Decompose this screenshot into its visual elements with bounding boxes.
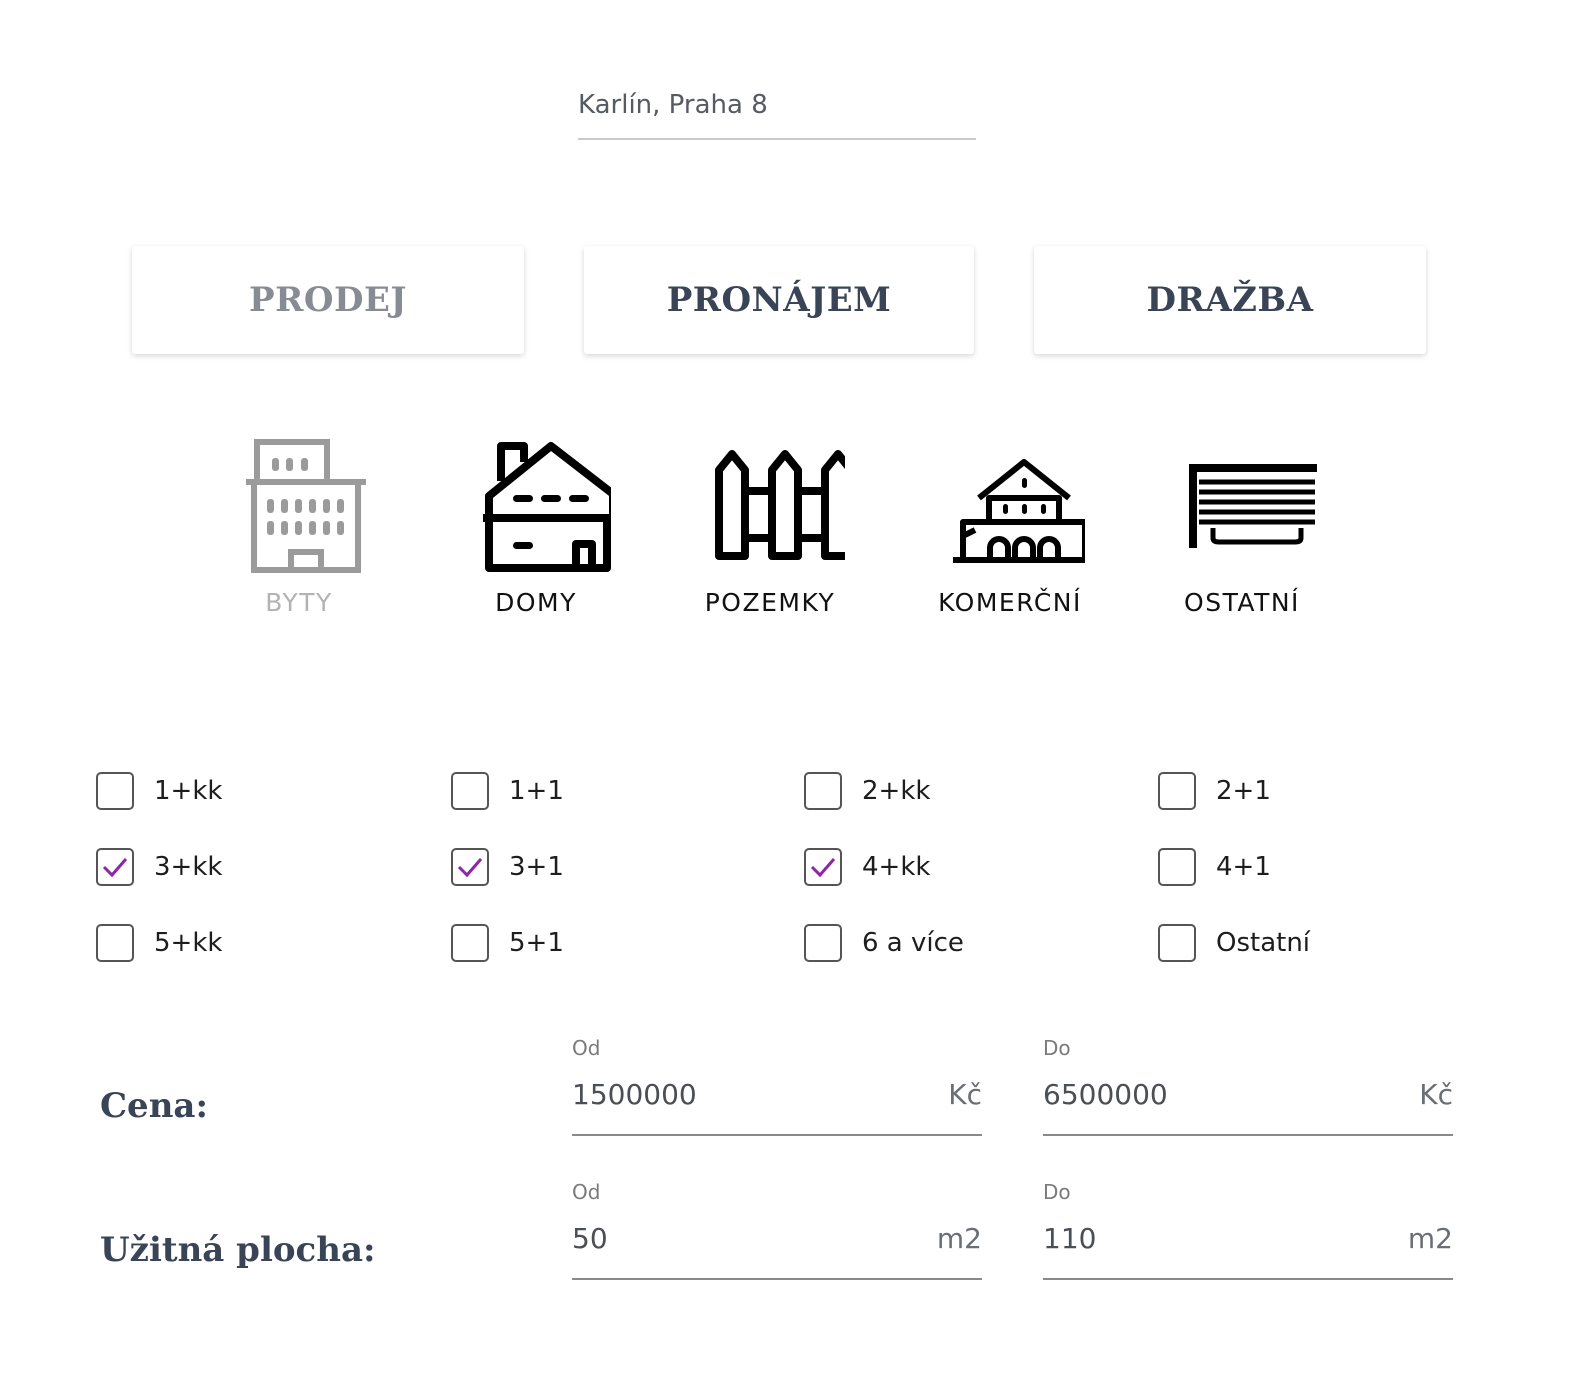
price-from-unit: Kč	[948, 1078, 982, 1111]
layout-checkbox-4kk[interactable]: 4+kk	[804, 848, 930, 886]
checkbox-label: 2+1	[1216, 776, 1271, 806]
area-from-caption: Od	[572, 1180, 601, 1204]
checkbox-label: 5+1	[509, 928, 564, 958]
check-icon	[102, 858, 128, 878]
checkbox-box[interactable]	[804, 772, 842, 810]
property-type-label: KOMERČNÍ	[938, 588, 1082, 617]
checkbox-box[interactable]	[96, 772, 134, 810]
area-from-value[interactable]: 50	[572, 1222, 608, 1255]
checkbox-box[interactable]	[96, 848, 134, 886]
area-to-value[interactable]: 110	[1043, 1222, 1096, 1255]
check-icon	[457, 858, 483, 878]
tab-pronajem-label: PRONÁJEM	[666, 280, 892, 320]
checkbox-label: 2+kk	[862, 776, 931, 806]
price-from-value[interactable]: 1500000	[572, 1078, 697, 1111]
layout-checkbox-51[interactable]: 5+1	[451, 924, 564, 962]
property-type-label: DOMY	[495, 588, 577, 617]
layout-checkbox-11[interactable]: 1+1	[451, 772, 564, 810]
checkbox-box[interactable]	[1158, 924, 1196, 962]
property-type-pozemky[interactable]: POZEMKY	[680, 436, 860, 617]
checkbox-box[interactable]	[1158, 772, 1196, 810]
area-from-field[interactable]: Od 50 m2	[572, 1180, 982, 1280]
area-from-unit: m2	[936, 1222, 982, 1255]
checkbox-label: 3+kk	[154, 852, 223, 882]
property-type-byty[interactable]: BYTY	[209, 436, 389, 617]
checkbox-label: 1+1	[509, 776, 564, 806]
area-label: Užitná plocha:	[100, 1230, 376, 1270]
price-to-caption: Do	[1043, 1036, 1071, 1060]
price-from-caption: Od	[572, 1036, 601, 1060]
property-type-domy[interactable]: DOMY	[446, 436, 626, 617]
price-to-field[interactable]: Do 6500000 Kč	[1043, 1036, 1453, 1136]
area-to-caption: Do	[1043, 1180, 1071, 1204]
price-to-unit: Kč	[1419, 1078, 1453, 1111]
checkbox-label: 5+kk	[154, 928, 223, 958]
tab-prodej-label: PRODEJ	[249, 280, 407, 320]
fence-icon	[715, 450, 845, 560]
price-to-value[interactable]: 6500000	[1043, 1078, 1168, 1111]
area-to-field[interactable]: Do 110 m2	[1043, 1180, 1453, 1280]
check-icon	[810, 858, 836, 878]
tab-prodej[interactable]: PRODEJ	[132, 246, 524, 354]
location-field[interactable]	[578, 84, 976, 140]
layout-checkbox-41[interactable]: 4+1	[1158, 848, 1271, 886]
property-type-label: BYTY	[265, 588, 333, 617]
price-label: Cena:	[100, 1086, 208, 1126]
checkbox-box[interactable]	[96, 924, 134, 962]
property-type-ostatni[interactable]: OSTATNÍ	[1152, 436, 1332, 617]
layout-checkbox-21[interactable]: 2+1	[1158, 772, 1271, 810]
layout-checkbox-5kk[interactable]: 5+kk	[96, 924, 222, 962]
tab-drazba[interactable]: DRAŽBA	[1034, 246, 1426, 354]
layout-checkbox-6-a-vice[interactable]: 6 a více	[804, 924, 964, 962]
location-input[interactable]	[578, 84, 976, 120]
checkbox-label: Ostatní	[1216, 928, 1311, 958]
tab-drazba-label: DRAŽBA	[1146, 280, 1314, 320]
checkbox-label: 3+1	[509, 852, 564, 882]
property-type-label: OSTATNÍ	[1184, 588, 1300, 617]
checkbox-label: 4+1	[1216, 852, 1271, 882]
checkbox-box[interactable]	[804, 924, 842, 962]
checkbox-box[interactable]	[451, 924, 489, 962]
checkbox-box[interactable]	[451, 848, 489, 886]
garage-icon	[1189, 464, 1317, 548]
commercial-building-icon	[953, 459, 1085, 563]
tab-pronajem[interactable]: PRONÁJEM	[584, 246, 974, 354]
area-to-unit: m2	[1407, 1222, 1453, 1255]
house-icon	[483, 442, 611, 572]
checkbox-box[interactable]	[1158, 848, 1196, 886]
checkbox-box[interactable]	[451, 772, 489, 810]
property-type-komercni[interactable]: KOMERČNÍ	[920, 436, 1100, 617]
apartment-building-icon	[246, 439, 366, 573]
property-type-label: POZEMKY	[704, 588, 836, 617]
layout-checkbox-ostatni[interactable]: Ostatní	[1158, 924, 1310, 962]
price-from-field[interactable]: Od 1500000 Kč	[572, 1036, 982, 1136]
layout-checkbox-3kk[interactable]: 3+kk	[96, 848, 222, 886]
checkbox-box[interactable]	[804, 848, 842, 886]
checkbox-label: 1+kk	[154, 776, 223, 806]
layout-checkbox-2kk[interactable]: 2+kk	[804, 772, 930, 810]
layout-checkbox-31[interactable]: 3+1	[451, 848, 564, 886]
layout-checkbox-1kk[interactable]: 1+kk	[96, 772, 222, 810]
checkbox-label: 6 a více	[862, 928, 964, 958]
checkbox-label: 4+kk	[862, 852, 931, 882]
